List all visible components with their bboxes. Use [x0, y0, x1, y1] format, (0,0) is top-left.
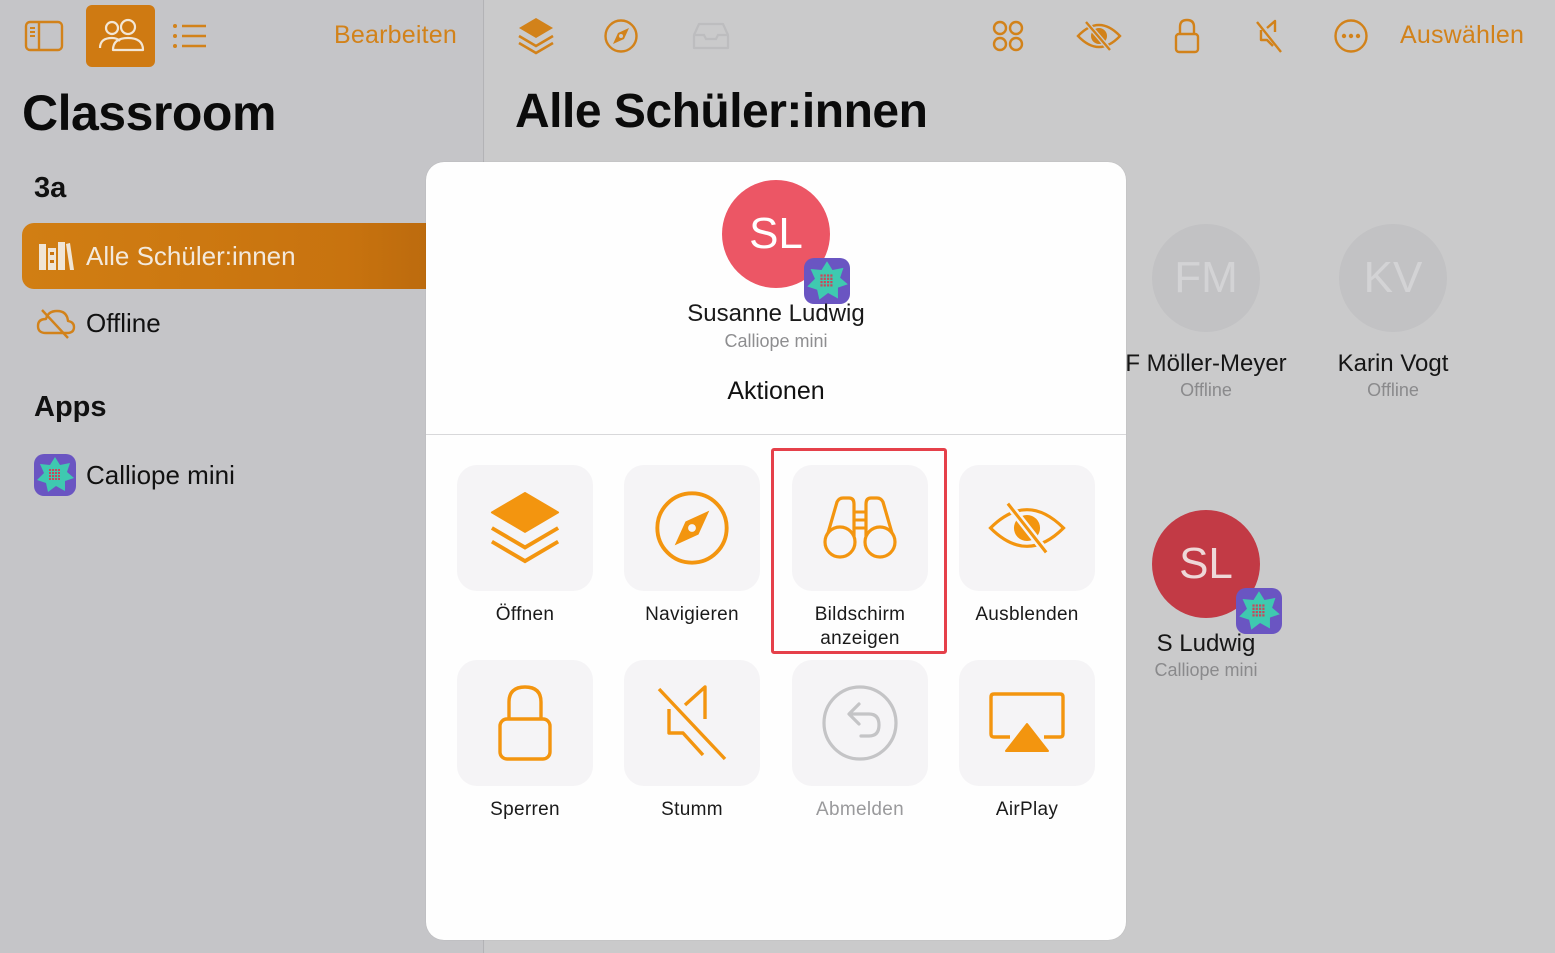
avatar-initials: SL [749, 209, 803, 258]
action-label: Öffnen [495, 604, 555, 625]
eye-slash-icon [1076, 20, 1122, 52]
people-view-button[interactable] [86, 5, 155, 67]
class-section-heading: 3a [34, 172, 67, 204]
sidebar-item-calliope-mini[interactable]: Calliope mini [22, 442, 484, 508]
action-label: Ausblenden [975, 604, 1079, 625]
avatar: FM [1152, 224, 1260, 332]
action-tile[interactable] [624, 465, 760, 591]
list-icon [173, 24, 206, 48]
avatar: SL [1152, 510, 1282, 634]
popover-header: SL Susanne Ludwig Calliope mini Aktionen [426, 162, 1126, 435]
binoculars-icon [823, 496, 897, 559]
student-actions-popover: SL Susanne Ludwig Calliope mini Aktionen [426, 162, 1126, 940]
student-name: Karin Vogt [1337, 350, 1449, 377]
inbox-button[interactable] [689, 18, 733, 54]
more-icon [1334, 19, 1368, 53]
student-name: Susanne Ludwig [687, 300, 865, 327]
eye-slash-icon [988, 501, 1066, 555]
action-label: Abmelden [816, 799, 904, 820]
student-status: Offline [1180, 380, 1232, 400]
student-tile[interactable]: KV Karin Vogt Offline [1298, 224, 1488, 401]
sidebar: Bearbeiten Classroom 3a Alle Schüler:inn… [0, 0, 484, 953]
people-icon [98, 18, 144, 52]
action-tile[interactable] [624, 660, 760, 786]
airplay-icon [989, 692, 1065, 752]
list-view-button[interactable] [170, 16, 210, 56]
student-tile[interactable]: SL S Ludwig Calliope mini [1111, 510, 1301, 681]
app-title: Classroom [22, 85, 276, 141]
apps-section-heading: Apps [34, 391, 107, 423]
sidebar-item-all-students[interactable]: Alle Schüler:innen [22, 223, 484, 289]
select-button[interactable]: Auswählen [1400, 21, 1524, 50]
lock-icon [498, 685, 552, 761]
lock-button[interactable] [1169, 14, 1205, 58]
compass-icon [655, 491, 729, 565]
avatar: KV [1339, 224, 1447, 332]
open-app-button[interactable] [515, 14, 557, 58]
action-airplay[interactable]: AirPlay [959, 660, 1095, 822]
action-open[interactable]: Öffnen [457, 465, 593, 627]
page-title: Alle Schüler:innen [515, 85, 928, 138]
lock-icon [1174, 18, 1200, 54]
action-mute[interactable]: Stumm [624, 660, 760, 822]
actions-heading: Aktionen [727, 377, 825, 405]
divider [426, 434, 1126, 435]
student-name: F Möller-Meyer [1125, 350, 1287, 377]
calliope-app-icon [34, 454, 76, 496]
student-app: Calliope mini [724, 331, 828, 351]
student-name: S Ludwig [1156, 630, 1256, 657]
group-icon [992, 20, 1024, 52]
action-label: Sperren [490, 799, 560, 820]
books-icon [36, 236, 76, 276]
sidebar-toggle-button[interactable] [22, 16, 66, 56]
action-tile[interactable] [457, 465, 593, 591]
more-button[interactable] [1331, 16, 1371, 56]
calliope-app-icon [804, 258, 850, 304]
action-label: Stumm [661, 799, 723, 820]
mute-icon [657, 685, 727, 761]
action-navigate[interactable]: Navigieren [624, 465, 760, 627]
sidebar-icon [24, 20, 64, 52]
hide-button[interactable] [1075, 16, 1123, 56]
layers-icon [490, 491, 560, 564]
action-tile[interactable] [792, 465, 928, 591]
sidebar-item-label: Offline [86, 307, 161, 338]
action-label: AirPlay [995, 799, 1059, 820]
sidebar-item-label: Calliope mini [86, 459, 235, 490]
action-hide[interactable]: Ausblenden [959, 465, 1095, 627]
edit-button[interactable]: Bearbeiten [334, 21, 457, 50]
logout-icon [822, 685, 898, 761]
sidebar-item-offline[interactable]: Offline [22, 290, 484, 356]
avatar-initials: SL [1179, 539, 1233, 588]
group-button[interactable] [988, 16, 1028, 56]
action-logout[interactable]: Abmelden [792, 660, 928, 822]
mute-button[interactable] [1249, 14, 1289, 58]
avatar: SL [722, 180, 850, 304]
tray-icon [692, 22, 730, 50]
navigate-button[interactable] [601, 16, 641, 56]
action-label: Navigieren [645, 604, 739, 625]
action-tile[interactable] [457, 660, 593, 786]
mute-icon [1256, 19, 1282, 53]
action-tile[interactable] [792, 660, 928, 786]
student-tile[interactable]: FM F Möller-Meyer Offline [1111, 224, 1301, 401]
student-status: Offline [1367, 380, 1419, 400]
action-tile[interactable] [959, 660, 1095, 786]
action-lock[interactable]: Sperren [457, 660, 593, 822]
sidebar-item-label: Alle Schüler:innen [86, 240, 296, 271]
compass-icon [604, 19, 638, 53]
calliope-app-icon [1236, 588, 1282, 634]
cloud-off-icon [36, 303, 76, 343]
layers-icon [518, 18, 554, 55]
action-label: Bildschirm anzeigen [814, 604, 906, 649]
student-status: Calliope mini [1154, 660, 1258, 680]
action-tile[interactable] [959, 465, 1095, 591]
action-view-screen[interactable]: Bildschirm anzeigen [792, 465, 928, 651]
